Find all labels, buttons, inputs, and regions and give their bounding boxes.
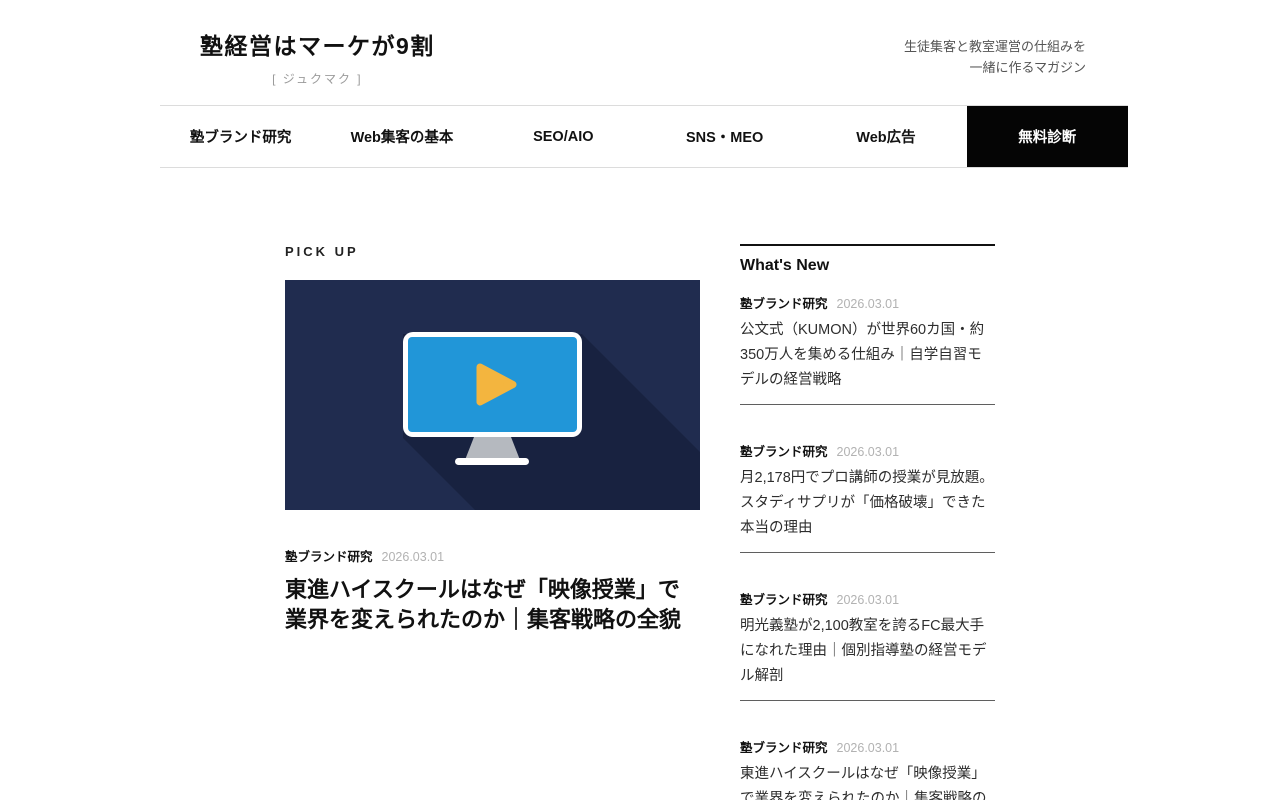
news-entry-3[interactable]: 塾ブランド研究 2026.03.01 明光義塾が2,100教室を誇るFC最大手に… (740, 552, 995, 700)
site-tagline: 生徒集客と教室運営の仕組みを 一緒に作るマガジン (904, 36, 1086, 78)
news-entry-meta: 塾ブランド研究 2026.03.01 (740, 589, 995, 608)
site-tagline-line2: 一緒に作るマガジン (904, 57, 1086, 78)
nav-item-web-basics[interactable]: Web集客の基本 (321, 106, 482, 167)
pickup-article-date: 2026.03.01 (382, 550, 445, 564)
whats-new-heading: What's New (740, 246, 995, 281)
news-entry-2[interactable]: 塾ブランド研究 2026.03.01 月2,178円でプロ講師の授業が見放題。ス… (740, 404, 995, 552)
site-title: 塾経営はマーケが9割 (200, 27, 435, 61)
monitor-stand (465, 437, 520, 460)
whats-new-list: 塾ブランド研究 2026.03.01 公文式（KUMON）が世界60カ国・約35… (740, 281, 995, 800)
news-entry-category: 塾ブランド研究 (740, 441, 828, 460)
news-entry-date: 2026.03.01 (837, 741, 900, 755)
pickup-section: PICK UP 塾ブランド研究 2026.03.01 東進ハイスクールはなぜ「映… (285, 244, 700, 800)
news-entry-title[interactable]: 公文式（KUMON）が世界60カ国・約350万人を集める仕組み｜自学自習モデルの… (740, 318, 995, 393)
pickup-article-thumbnail[interactable] (285, 280, 700, 510)
news-entry-date: 2026.03.01 (837, 297, 900, 311)
whats-new-sidebar: What's New 塾ブランド研究 2026.03.01 公文式（KUMON）… (740, 244, 995, 800)
main-content: PICK UP 塾ブランド研究 2026.03.01 東進ハイスクールはなぜ「映… (285, 244, 995, 800)
pickup-section-label: PICK UP (285, 244, 700, 259)
news-entry-meta: 塾ブランド研究 2026.03.01 (740, 441, 995, 460)
main-nav: 塾ブランド研究 Web集客の基本 SEO/AIO SNS・MEO Web広告 無… (160, 105, 1128, 168)
news-entry-1[interactable]: 塾ブランド研究 2026.03.01 公文式（KUMON）が世界60カ国・約35… (740, 281, 995, 404)
nav-item-web-ads[interactable]: Web広告 (805, 106, 966, 167)
site-subtitle: [ ジュクマク ] (200, 70, 435, 87)
nav-item-brand-research[interactable]: 塾ブランド研究 (160, 106, 321, 167)
news-entry-date: 2026.03.01 (837, 593, 900, 607)
news-entry-title[interactable]: 月2,178円でプロ講師の授業が見放題。スタディサプリが「価格破壊」できた本当の… (740, 466, 995, 541)
news-entry-4[interactable]: 塾ブランド研究 2026.03.01 東進ハイスクールはなぜ「映像授業」で業界を… (740, 700, 995, 800)
news-entry-date: 2026.03.01 (837, 445, 900, 459)
news-entry-category: 塾ブランド研究 (740, 589, 828, 608)
site-tagline-line1: 生徒集客と教室運営の仕組みを (904, 36, 1086, 57)
monitor-base (455, 458, 529, 465)
news-entry-meta: 塾ブランド研究 2026.03.01 (740, 293, 995, 312)
news-entry-category: 塾ブランド研究 (740, 293, 828, 312)
news-entry-meta: 塾ブランド研究 2026.03.01 (740, 737, 995, 756)
site-header: 塾経営はマーケが9割 [ ジュクマク ] 生徒集客と教室運営の仕組みを 一緒に作… (160, 0, 1128, 105)
page-container: 塾経営はマーケが9割 [ ジュクマク ] 生徒集客と教室運営の仕組みを 一緒に作… (160, 0, 1128, 168)
nav-item-seo-aio[interactable]: SEO/AIO (483, 106, 644, 167)
news-entry-category: 塾ブランド研究 (740, 737, 828, 756)
pickup-article-meta: 塾ブランド研究 2026.03.01 (285, 546, 700, 565)
nav-item-free-diagnosis[interactable]: 無料診断 (967, 106, 1128, 167)
news-entry-title[interactable]: 明光義塾が2,100教室を誇るFC最大手になれた理由｜個別指導塾の経営モデル解剖 (740, 614, 995, 689)
nav-item-sns-meo[interactable]: SNS・MEO (644, 106, 805, 167)
pickup-article-category[interactable]: 塾ブランド研究 (285, 546, 373, 565)
site-logo[interactable]: 塾経営はマーケが9割 [ ジュクマク ] (200, 27, 435, 87)
news-entry-title[interactable]: 東進ハイスクールはなぜ「映像授業」で業界を変えられたのか｜集客戦略の全貌 (740, 762, 995, 800)
pickup-article-title[interactable]: 東進ハイスクールはなぜ「映像授業」で業界を変えられたのか｜集客戦略の全貌 (285, 575, 700, 635)
